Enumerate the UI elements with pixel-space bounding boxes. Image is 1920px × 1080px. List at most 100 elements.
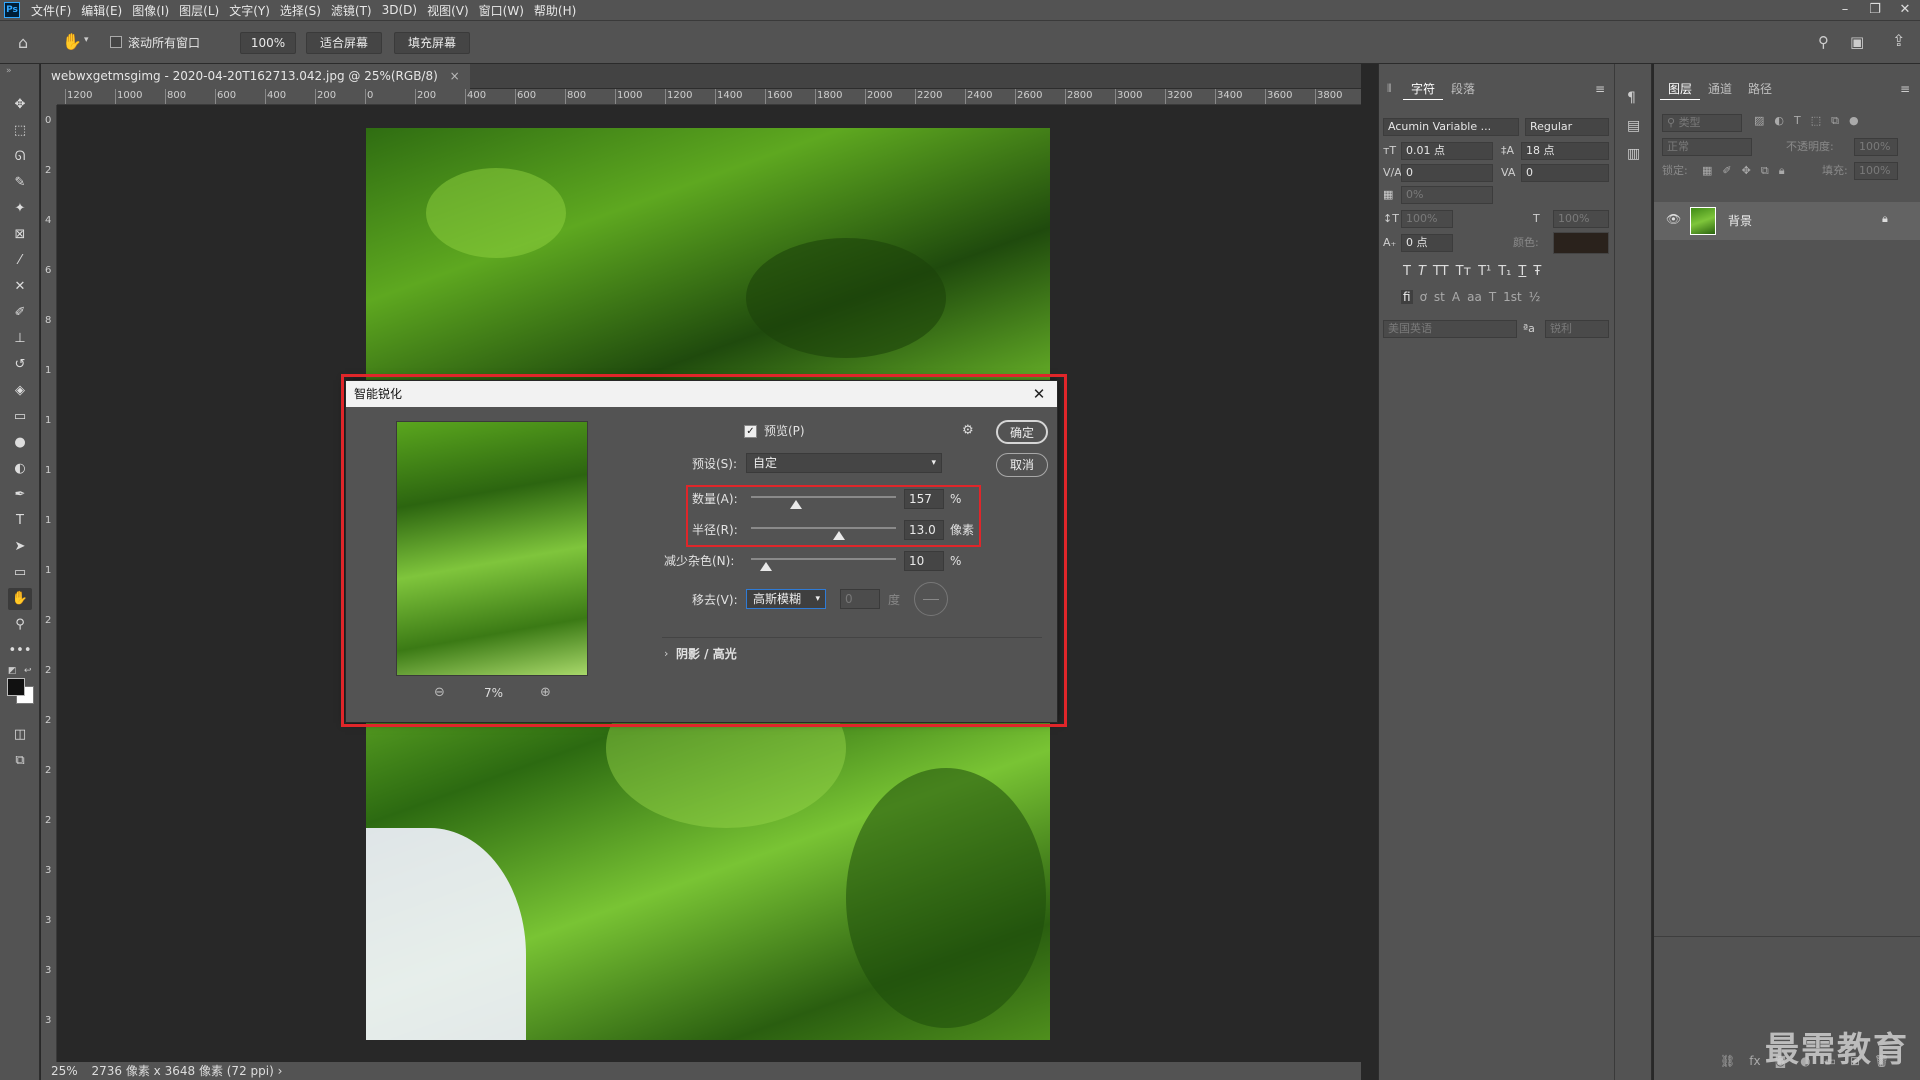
- crop-tool-icon[interactable]: ⊠: [8, 224, 32, 246]
- radius-slider-track[interactable]: [751, 527, 896, 529]
- hand-tool-preset-icon[interactable]: ✋: [62, 32, 82, 51]
- visibility-eye-icon[interactable]: 👁︎: [1666, 212, 1681, 226]
- tab-layers[interactable]: 图层: [1660, 78, 1701, 100]
- chevron-right-icon[interactable]: ›: [664, 647, 668, 660]
- swash-icon[interactable]: A: [1452, 290, 1460, 304]
- hand-tool-icon[interactable]: ✋: [8, 588, 32, 610]
- dialog-preview-image[interactable]: [396, 421, 588, 676]
- lock-all-icon[interactable]: 🔒︎: [1779, 164, 1785, 178]
- lock-artboard-icon[interactable]: ⧉: [1761, 164, 1769, 178]
- menu-layer[interactable]: 图层(L): [174, 2, 224, 19]
- fit-screen-button[interactable]: 适合屏幕: [306, 32, 382, 54]
- menu-3d[interactable]: 3D(D): [377, 3, 422, 17]
- zoom-100-button[interactable]: 100%: [240, 32, 296, 54]
- menu-edit[interactable]: 编辑(E): [76, 2, 127, 19]
- tab-close-icon[interactable]: ×: [450, 69, 460, 83]
- titling-alternates-icon[interactable]: T: [1489, 290, 1496, 304]
- search-icon[interactable]: ⚲: [1818, 33, 1829, 51]
- language-select[interactable]: 美国英语: [1383, 320, 1517, 338]
- menu-file[interactable]: 文件(F): [26, 2, 76, 19]
- radius-input[interactable]: 13.0: [904, 520, 944, 540]
- angle-dial[interactable]: [914, 582, 948, 616]
- chevron-down-icon[interactable]: ▾: [84, 35, 89, 45]
- strikethrough-icon[interactable]: Ŧ: [1533, 264, 1541, 279]
- opacity-field[interactable]: 100%: [1854, 138, 1898, 156]
- tab-channels[interactable]: 通道: [1700, 78, 1740, 100]
- swap-colors-icon[interactable]: ↩: [24, 666, 32, 676]
- menu-help[interactable]: 帮助(H): [529, 2, 581, 19]
- panel-menu-icon[interactable]: ≡: [1595, 82, 1605, 96]
- fill-field[interactable]: 100%: [1854, 162, 1898, 180]
- menu-filter[interactable]: 滤镜(T): [326, 2, 377, 19]
- small-caps-icon[interactable]: Tт: [1456, 264, 1472, 279]
- menu-type[interactable]: 文字(Y): [224, 2, 275, 19]
- adjustment-filter-icon[interactable]: ◐: [1774, 114, 1784, 128]
- ok-button[interactable]: 确定: [996, 420, 1048, 444]
- history-brush-icon[interactable]: ↺: [8, 354, 32, 376]
- kerning-field[interactable]: 0: [1401, 164, 1493, 182]
- filter-toggle-icon[interactable]: ●: [1849, 114, 1859, 128]
- quick-mask-icon[interactable]: ◫: [8, 724, 32, 746]
- ordinals-icon[interactable]: 1st: [1503, 290, 1522, 304]
- type-tool-icon[interactable]: T: [8, 510, 32, 532]
- radius-slider-thumb[interactable]: [833, 531, 846, 540]
- gradient-tool-icon[interactable]: ▭: [8, 406, 32, 428]
- brush-tool-icon[interactable]: ✐: [8, 302, 32, 324]
- status-chevron-icon[interactable]: ›: [278, 1064, 283, 1078]
- blur-tool-icon[interactable]: ●: [8, 432, 32, 454]
- blend-mode-select[interactable]: 正常: [1662, 138, 1752, 156]
- tab-paragraph[interactable]: 段落: [1443, 78, 1483, 100]
- move-tool-icon[interactable]: ✥: [8, 94, 32, 116]
- menu-image[interactable]: 图像(I): [127, 2, 174, 19]
- lock-image-icon[interactable]: ✐: [1722, 164, 1731, 178]
- discretionary-ligatures-icon[interactable]: st: [1434, 290, 1445, 304]
- eyedropper-icon[interactable]: ⁄: [8, 250, 32, 272]
- magic-wand-icon[interactable]: ✦: [8, 198, 32, 220]
- libraries-panel-icon[interactable]: ▥: [1627, 146, 1640, 162]
- home-icon[interactable]: ⌂: [18, 33, 28, 52]
- menu-view[interactable]: 视图(V): [422, 2, 474, 19]
- share-icon[interactable]: ⇪: [1892, 31, 1905, 50]
- amount-slider-thumb[interactable]: [789, 500, 802, 509]
- more-tools-icon[interactable]: •••: [8, 640, 32, 662]
- baseline-field[interactable]: 0 点: [1401, 234, 1453, 252]
- faux-bold-icon[interactable]: T: [1403, 264, 1411, 279]
- leading-field[interactable]: 18 点: [1521, 142, 1609, 160]
- lasso-tool-icon[interactable]: ᘏ: [8, 146, 32, 168]
- layer-filter-select[interactable]: ⚲ 类型: [1662, 114, 1742, 132]
- screen-mode-icon[interactable]: ⧉: [8, 750, 32, 772]
- pen-tool-icon[interactable]: ✒: [8, 484, 32, 506]
- font-style-select[interactable]: Regular: [1525, 118, 1609, 136]
- superscript-icon[interactable]: T¹: [1478, 264, 1491, 279]
- type-filter-icon[interactable]: T: [1794, 114, 1801, 128]
- cancel-button[interactable]: 取消: [996, 453, 1048, 477]
- path-select-icon[interactable]: ➤: [8, 536, 32, 558]
- properties-panel-icon[interactable]: ▤: [1627, 118, 1640, 134]
- stylistic-alternates-icon[interactable]: aa: [1467, 290, 1482, 304]
- layer-row[interactable]: 👁︎ 背景 🔒︎: [1654, 202, 1920, 240]
- underline-icon[interactable]: T: [1518, 264, 1526, 279]
- marquee-tool-icon[interactable]: ⬚: [8, 120, 32, 142]
- status-zoom[interactable]: 25%: [51, 1064, 78, 1078]
- restore-icon[interactable]: ❐: [1860, 0, 1890, 20]
- zoom-out-icon[interactable]: ⊖: [434, 685, 445, 700]
- font-family-select[interactable]: Acumin Variable ...: [1383, 118, 1519, 136]
- menu-window[interactable]: 窗口(W): [474, 2, 529, 19]
- document-tab[interactable]: webwxgetmsgimg - 2020-04-20T162713.042.j…: [41, 64, 470, 89]
- remove-select[interactable]: 高斯模糊 ▾: [746, 589, 826, 609]
- pixel-filter-icon[interactable]: ▨: [1754, 114, 1764, 128]
- scroll-all-checkbox[interactable]: [110, 36, 122, 48]
- smart-object-filter-icon[interactable]: ⧉: [1831, 114, 1839, 128]
- shadow-highlight-toggle[interactable]: 阴影 / 高光: [676, 645, 737, 663]
- vertical-scale-field[interactable]: 100%: [1401, 210, 1453, 228]
- fractions-icon[interactable]: ½: [1529, 290, 1541, 304]
- font-size-field[interactable]: 0.01 点: [1401, 142, 1493, 160]
- tab-character[interactable]: 字符: [1403, 78, 1444, 100]
- default-colors-icon[interactable]: ◩: [8, 666, 17, 676]
- noise-slider-track[interactable]: [751, 558, 896, 560]
- all-caps-icon[interactable]: TT: [1433, 264, 1449, 279]
- shape-filter-icon[interactable]: ⬚: [1811, 114, 1821, 128]
- close-window-icon[interactable]: ✕: [1890, 0, 1920, 20]
- tab-paths[interactable]: 路径: [1740, 78, 1780, 100]
- horizontal-scale-field[interactable]: 100%: [1553, 210, 1609, 228]
